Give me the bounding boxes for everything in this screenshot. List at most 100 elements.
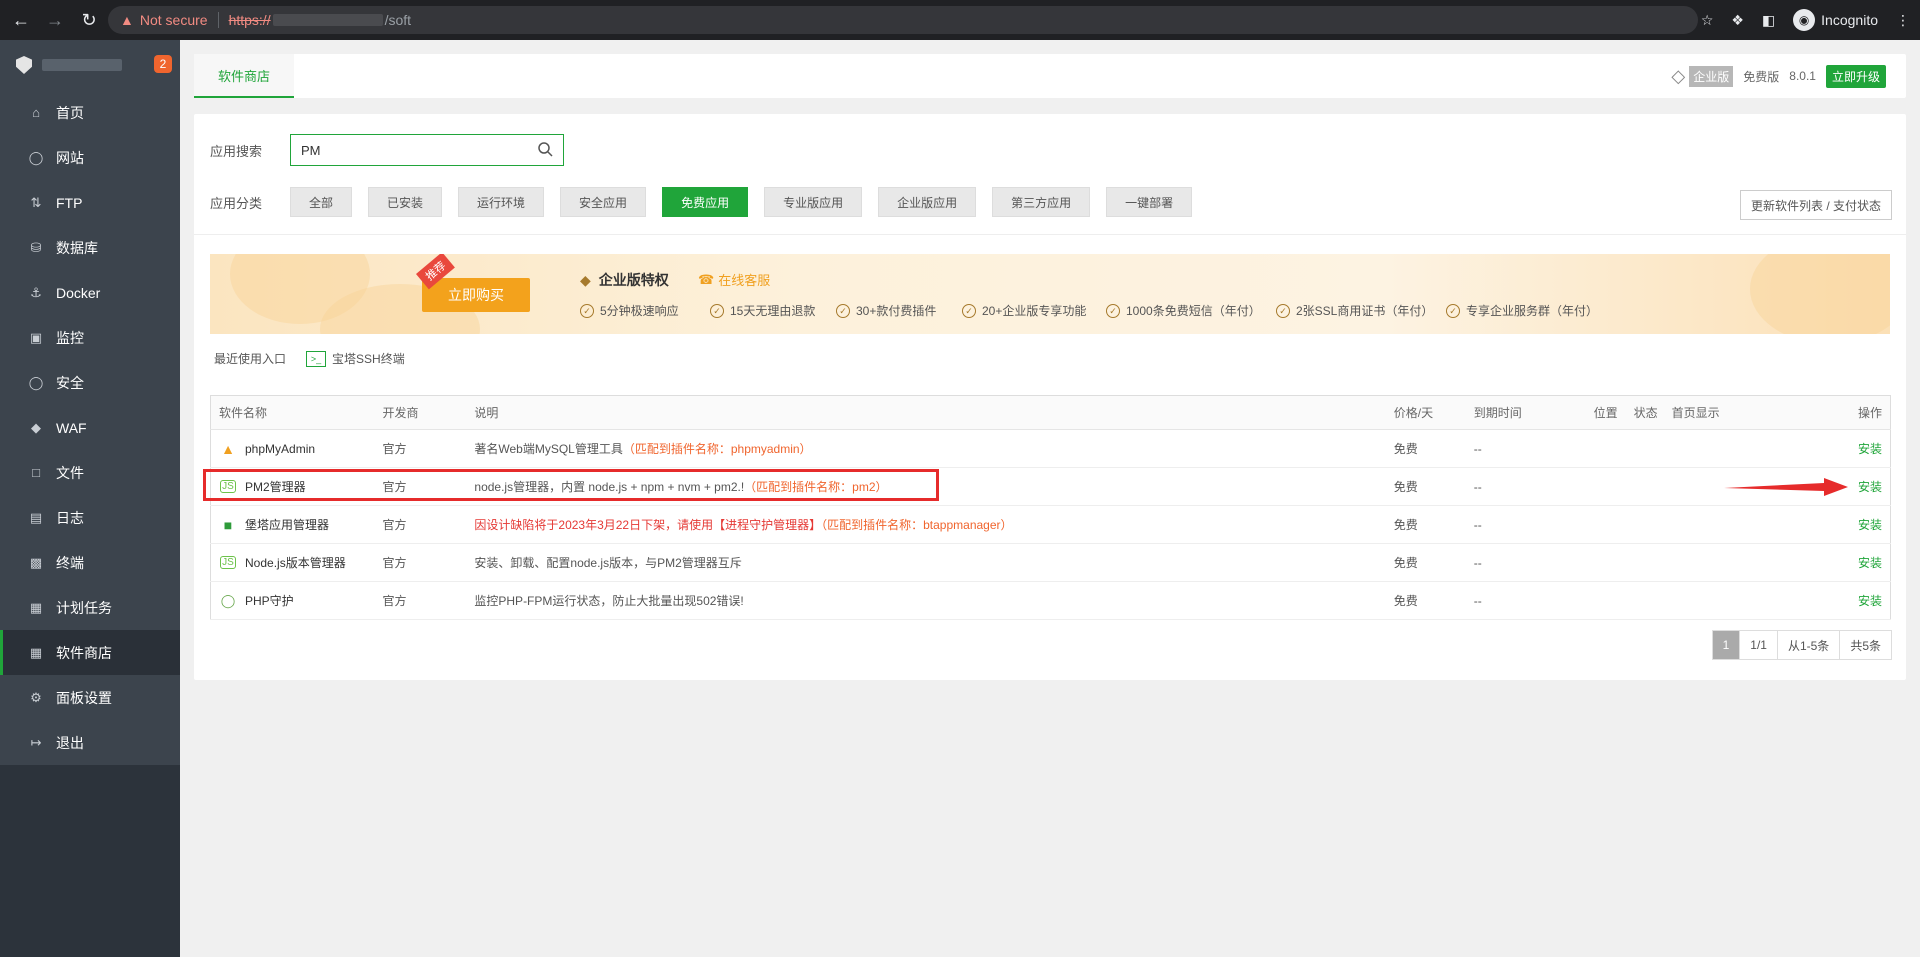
promo-feature-text: 15天无理由退款 bbox=[730, 304, 816, 318]
cell-status bbox=[1625, 581, 1664, 620]
category-button[interactable]: 已安装 bbox=[368, 187, 443, 217]
incognito-indicator[interactable]: ◉ Incognito bbox=[1793, 9, 1878, 31]
install-button[interactable]: 安装 bbox=[1858, 518, 1882, 532]
category-buttons: 全部 已安装 运行环境 安全应用 免费应用 专业版应用 企业版应用 第三方应用 一键部署 bbox=[290, 187, 1193, 217]
url-protocol: https:// bbox=[228, 12, 271, 28]
sidebar-item-label: 日志 bbox=[56, 509, 84, 526]
upgrade-button[interactable]: 立即升级 bbox=[1825, 64, 1886, 88]
sidebar-header: 2 bbox=[0, 40, 180, 90]
software-name[interactable]: PHP守护 bbox=[245, 592, 294, 609]
cell-developer: 官方 bbox=[374, 505, 467, 544]
promo-feature-text: 30+款付费插件 bbox=[856, 304, 937, 318]
sidebar-item-docker[interactable]: ⚓ Docker bbox=[0, 270, 180, 315]
online-service-link[interactable]: ☎ 在线客服 bbox=[698, 270, 770, 289]
category-button[interactable]: 专业版应用 bbox=[764, 187, 863, 217]
cell-location bbox=[1585, 543, 1626, 582]
sidebar-item-gear[interactable]: ⚙ 面板设置 bbox=[0, 675, 180, 720]
enterprise-promo-banner: 立即购买 推荐 ◆ 企业版特权 ☎ 在线客服 ✓ 5分钟极速响应 ✓ 15天无理由退款… bbox=[210, 254, 1890, 334]
terminal-icon: ▩ bbox=[29, 554, 43, 570]
sidebar-item-monitor[interactable]: ▣ 监控 bbox=[0, 315, 180, 360]
globe-icon: ◯ bbox=[28, 149, 44, 165]
software-name[interactable]: Node.js版本管理器 bbox=[245, 554, 346, 571]
enterprise-tag[interactable]: ◇ 企业版 bbox=[1671, 65, 1734, 87]
install-button[interactable]: 安装 bbox=[1858, 480, 1882, 494]
sidebar-item-log[interactable]: ▤ 日志 bbox=[0, 495, 180, 540]
sidebar-item-waf[interactable]: ◆ WAF bbox=[0, 405, 180, 450]
install-button[interactable]: 安装 bbox=[1858, 442, 1882, 456]
bookmark-star-icon[interactable]: ☆ bbox=[1701, 12, 1714, 29]
headset-icon: ☎ bbox=[698, 271, 715, 287]
version-label: 8.0.1 bbox=[1789, 69, 1816, 83]
category-button[interactable]: 安全应用 bbox=[560, 187, 647, 217]
feature-icon: ✓ bbox=[580, 303, 594, 318]
software-name[interactable]: 堡塔应用管理器 bbox=[245, 516, 329, 533]
table-row: ◯ PHP守护 官方 监控PHP-FPM运行状态，防止大批量出现502错误! 免费 -- 安… bbox=[210, 581, 1891, 620]
cell-status bbox=[1625, 467, 1664, 506]
sidebar-item-database[interactable]: ⛁ 数据库 bbox=[0, 225, 180, 270]
cell-price: 免费 bbox=[1385, 505, 1466, 544]
warning-icon: ▲ bbox=[120, 12, 134, 28]
cell-homepage bbox=[1663, 467, 1804, 506]
sidebar-item-logout[interactable]: ↦ 退出 bbox=[0, 720, 180, 765]
promo-feature: ✓ 15天无理由退款 bbox=[710, 302, 815, 319]
notification-badge[interactable]: 2 bbox=[154, 55, 172, 73]
page-count: 1/1 bbox=[1739, 631, 1777, 659]
sidebar-item-shield[interactable]: ◯ 安全 bbox=[0, 360, 180, 405]
category-button[interactable]: 第三方应用 bbox=[992, 187, 1091, 217]
database-icon: ⛁ bbox=[30, 239, 42, 255]
page-current[interactable]: 1 bbox=[1712, 631, 1740, 659]
tab-software-store[interactable]: 软件商店 bbox=[194, 54, 294, 98]
install-button[interactable]: 安装 bbox=[1858, 594, 1882, 608]
column-header: 开发商 bbox=[374, 395, 467, 430]
column-header: 首页显示 bbox=[1663, 395, 1804, 430]
search-input[interactable]: PM bbox=[290, 134, 564, 166]
software-name[interactable]: PM2管理器 bbox=[245, 478, 306, 495]
match-text: （匹配到插件名称：phpmyadmin） bbox=[622, 442, 812, 456]
install-button[interactable]: 安装 bbox=[1858, 556, 1882, 570]
promo-decoration bbox=[1750, 254, 1890, 334]
column-header: 位置 bbox=[1585, 395, 1626, 430]
category-button[interactable]: 全部 bbox=[290, 187, 353, 217]
software-name[interactable]: phpMyAdmin bbox=[245, 442, 315, 456]
sidebar-item-label: Docker bbox=[56, 284, 101, 301]
category-button[interactable]: 一键部署 bbox=[1106, 187, 1193, 217]
category-button[interactable]: 运行环境 bbox=[458, 187, 545, 217]
sidebar-item-home[interactable]: ⌂ 首页 bbox=[0, 90, 180, 135]
forward-icon[interactable]: → bbox=[42, 7, 68, 33]
cell-action: 安装 bbox=[1803, 505, 1891, 544]
sidebar-item-ftp[interactable]: ⇅ FTP bbox=[0, 180, 180, 225]
promo-feature: ✓ 5分钟极速响应 bbox=[580, 302, 679, 319]
waf-icon: ◆ bbox=[31, 419, 41, 435]
side-panel-icon[interactable]: ◧ bbox=[1762, 12, 1775, 29]
sidebar-item-folder[interactable]: □ 文件 bbox=[0, 450, 180, 495]
back-icon[interactable]: ← bbox=[8, 7, 34, 33]
menu-kebab-icon[interactable]: ⋮ bbox=[1896, 12, 1910, 29]
description-text: 因设计缺陷将于2023年3月22日下架，请使用【进程守护管理器】 bbox=[474, 518, 822, 532]
refresh-list-button[interactable]: 更新软件列表 / 支付状态 bbox=[1739, 190, 1892, 220]
server-name-redacted bbox=[42, 59, 122, 71]
recent-item-ssh-terminal[interactable]: >_ 宝塔SSH终端 bbox=[306, 350, 405, 367]
recent-entries: 最近使用入口 >_ 宝塔SSH终端 bbox=[214, 350, 405, 367]
extensions-icon[interactable]: ❖ bbox=[1731, 12, 1744, 29]
url-path: /soft bbox=[384, 12, 412, 28]
search-icon[interactable] bbox=[537, 141, 553, 157]
sidebar-item-grid[interactable]: ▦ 软件商店 bbox=[0, 630, 180, 675]
match-text: （匹配到插件名称：btappmanager） bbox=[821, 518, 1013, 532]
sidebar-item-calendar[interactable]: ▦ 计划任务 bbox=[0, 585, 180, 630]
table-header-row: 软件名称 开发商 说明 价格/天 到期时间 位置 状态 首页显示 操作 bbox=[210, 395, 1891, 430]
sidebar-item-globe[interactable]: ◯ 网站 bbox=[0, 135, 180, 180]
shield-icon: ◯ bbox=[28, 374, 44, 390]
category-button[interactable]: 免费应用 bbox=[662, 187, 749, 217]
reload-icon[interactable]: ↻ bbox=[76, 7, 102, 33]
column-header: 操作 bbox=[1803, 395, 1891, 430]
cell-homepage bbox=[1663, 505, 1804, 544]
buy-now-button[interactable]: 立即购买 bbox=[422, 278, 530, 312]
cell-developer: 官方 bbox=[374, 543, 467, 582]
sidebar-item-terminal[interactable]: ▩ 终端 bbox=[0, 540, 180, 585]
address-bar[interactable]: ▲ Not secure https:// /soft bbox=[108, 6, 1698, 34]
promo-feature-text: 专享企业服务群（年付） bbox=[1466, 304, 1599, 318]
promo-feature: ✓ 20+企业版专享功能 bbox=[962, 302, 1086, 319]
cell-description: 因设计缺陷将于2023年3月22日下架，请使用【进程守护管理器】（匹配到插件名称… bbox=[466, 505, 1386, 544]
cell-price: 免费 bbox=[1385, 467, 1466, 506]
category-button[interactable]: 企业版应用 bbox=[878, 187, 977, 217]
